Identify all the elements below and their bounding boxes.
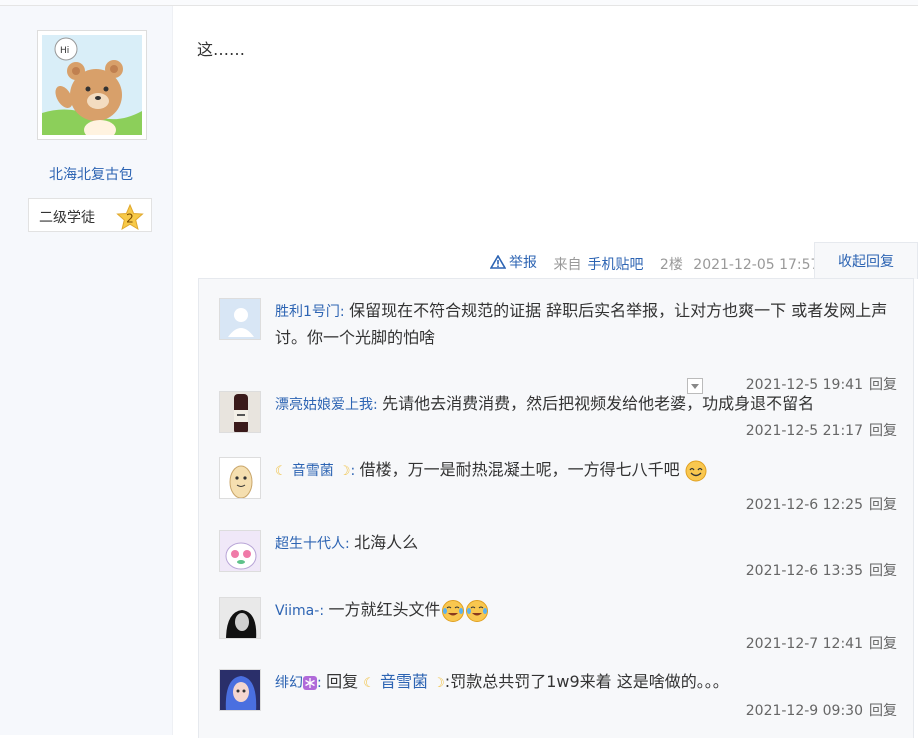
list-item: Viima-: 一方就红头文件 2021-12-7 12:41 回复 bbox=[219, 597, 909, 657]
reply-time: 2021-12-9 09:30 bbox=[745, 703, 863, 719]
list-item: 漂亮姑娘爱上我: 先请他去消费消费，然后把视频发给他老婆，功成身退不留名 202… bbox=[219, 391, 909, 451]
reply-button[interactable]: 回复 bbox=[869, 703, 897, 719]
reply-time: 2021-12-6 13:35 bbox=[745, 563, 863, 579]
reply-avatar[interactable] bbox=[219, 391, 261, 433]
svg-text:Hi: Hi bbox=[60, 46, 69, 56]
moon-icon: ☾ bbox=[275, 464, 287, 479]
reply-avatar[interactable] bbox=[219, 298, 261, 340]
reply-body: 超生十代人: 北海人么 bbox=[275, 530, 909, 557]
post-tail: 举报 来自 手机贴吧 2楼 2021-12-05 17:57 bbox=[490, 252, 825, 274]
reply-meta: 2021-12-5 21:17 回复 bbox=[746, 420, 897, 440]
reply-text: 保留现在不符合规范的证据 辞职后实名举报，让对方也爽一下 或者发网上声讨。你一个… bbox=[275, 301, 888, 347]
cartoon-avatar bbox=[220, 458, 260, 498]
cute-character-avatar bbox=[220, 531, 260, 571]
crying-laugh-emoji-icon bbox=[441, 599, 464, 622]
reply-avatar[interactable] bbox=[219, 669, 261, 711]
reply-body: ☾ 音雪菌 ☽: 借楼，万一是耐热混凝土呢，一方得七八千吧 bbox=[275, 457, 909, 485]
moon-icon: ☽ bbox=[433, 676, 445, 691]
reply-avatar[interactable] bbox=[219, 457, 261, 499]
list-item: 超生十代人: 北海人么 2021-12-6 13:35 回复 bbox=[219, 530, 909, 590]
reply-text: 借楼，万一是耐热混凝土呢，一方得七八千吧 bbox=[359, 460, 680, 479]
reply-button[interactable]: 回复 bbox=[869, 636, 897, 652]
reply-time: 2021-12-6 12:25 bbox=[745, 497, 863, 513]
reply-text: 一方就红头文件 bbox=[328, 600, 441, 619]
name-separator: : bbox=[317, 675, 327, 691]
level-number: 2 bbox=[126, 212, 134, 226]
reply-list: 胜利1号门: 保留现在不符合规范的证据 辞职后实名举报，让对方也爽一下 或者发网… bbox=[198, 278, 914, 738]
reply-avatar[interactable] bbox=[219, 530, 261, 572]
name-separator: : bbox=[373, 397, 383, 413]
reply-time: 2021-12-5 21:17 bbox=[745, 423, 863, 439]
post-source: 来自 手机贴吧 bbox=[553, 257, 649, 273]
reply-username[interactable]: 胜利1号门 bbox=[275, 304, 340, 320]
reply-username[interactable]: Viima- bbox=[275, 603, 319, 619]
author-avatar[interactable]: Hi bbox=[37, 30, 147, 140]
level-title: 二级学徒 bbox=[39, 210, 95, 226]
reply-username[interactable]: 音雪菌 bbox=[292, 463, 334, 479]
smile-emoji-icon bbox=[685, 460, 707, 481]
reply-body: 绯幻 : 回复 ☾ 音雪菌 ☽:罚款总共罚了1w9来着 这是啥做的。。。 bbox=[275, 669, 909, 697]
reply-body: Viima-: 一方就红头文件 bbox=[275, 597, 909, 624]
author-sidebar: Hi 北海北复古包 二级学徒 2 bbox=[0, 6, 173, 735]
mobile-tieba-link[interactable]: 手机贴吧 bbox=[587, 257, 643, 273]
moon-icon: ☾ bbox=[363, 676, 375, 691]
reply-prefix: 回复 bbox=[326, 672, 359, 691]
portrait-avatar bbox=[220, 598, 260, 638]
source-prefix: 来自 bbox=[553, 257, 582, 273]
reply-avatar[interactable] bbox=[219, 597, 261, 639]
name-separator: : bbox=[319, 603, 329, 619]
wine-bottle-avatar bbox=[220, 392, 260, 432]
report-link[interactable]: 举报 bbox=[490, 252, 543, 272]
list-item: ☾ 音雪菌 ☽: 借楼，万一是耐热混凝土呢，一方得七八千吧 2021-12-6 … bbox=[219, 457, 909, 517]
name-separator: : bbox=[350, 463, 360, 479]
reply-text: 北海人么 bbox=[354, 533, 419, 552]
crying-laugh-emoji-icon bbox=[465, 599, 488, 622]
reply-button[interactable]: 回复 bbox=[869, 563, 897, 579]
warning-icon bbox=[490, 255, 506, 269]
reply-meta: 2021-12-6 12:25 回复 bbox=[746, 494, 897, 514]
author-level-badge: 二级学徒 2 bbox=[28, 198, 152, 232]
reply-meta: 2021-12-6 13:35 回复 bbox=[746, 560, 897, 580]
name-separator: : bbox=[339, 304, 350, 320]
author-username[interactable]: 北海北复古包 bbox=[0, 164, 182, 184]
reply-username[interactable]: 绯幻 bbox=[275, 675, 303, 691]
reply-username[interactable]: 漂亮姑娘爱上我 bbox=[275, 397, 373, 413]
snowflake-badge-icon bbox=[303, 675, 317, 690]
reply-username[interactable]: 超生十代人 bbox=[275, 536, 345, 552]
list-item: 胜利1号门: 保留现在不符合规范的证据 辞职后实名举报，让对方也爽一下 或者发网… bbox=[219, 298, 909, 394]
reply-body: 漂亮姑娘爱上我: 先请他去消费消费，然后把视频发给他老婆，功成身退不留名 bbox=[275, 391, 909, 418]
anime-avatar bbox=[220, 670, 260, 710]
reply-text: :罚款总共罚了1w9来着 这是啥做的。。。 bbox=[444, 672, 729, 691]
reply-text: 先请他去消费消费，然后把视频发给他老婆，功成身退不留名 bbox=[382, 394, 815, 413]
collapse-replies-button[interactable]: 收起回复 bbox=[814, 242, 918, 279]
moon-icon: ☽ bbox=[338, 464, 351, 479]
list-item: 绯幻 : 回复 ☾ 音雪菌 ☽:罚款总共罚了1w9来着 这是啥做的。。。 202… bbox=[219, 669, 909, 729]
reply-button[interactable]: 回复 bbox=[869, 423, 897, 439]
reply-meta: 2021-12-7 12:41 回复 bbox=[746, 633, 897, 653]
report-label: 举报 bbox=[509, 255, 537, 271]
reply-time: 2021-12-7 12:41 bbox=[745, 636, 863, 652]
reply-meta: 2021-12-9 09:30 回复 bbox=[746, 700, 897, 720]
reply-button[interactable]: 回复 bbox=[869, 497, 897, 513]
bear-avatar-image: Hi bbox=[42, 35, 142, 135]
default-user-avatar bbox=[220, 299, 260, 339]
floor-number: 2楼 bbox=[659, 257, 683, 273]
post-time: 2021-12-05 17:57 bbox=[693, 257, 820, 273]
star-level-icon: 2 bbox=[116, 203, 144, 231]
name-separator: : bbox=[345, 536, 355, 552]
reply-body: 胜利1号门: 保留现在不符合规范的证据 辞职后实名举报，让对方也爽一下 或者发网… bbox=[275, 298, 909, 351]
post-content: 这…… bbox=[197, 40, 246, 59]
reply-target-username[interactable]: 音雪菌 bbox=[380, 672, 428, 691]
